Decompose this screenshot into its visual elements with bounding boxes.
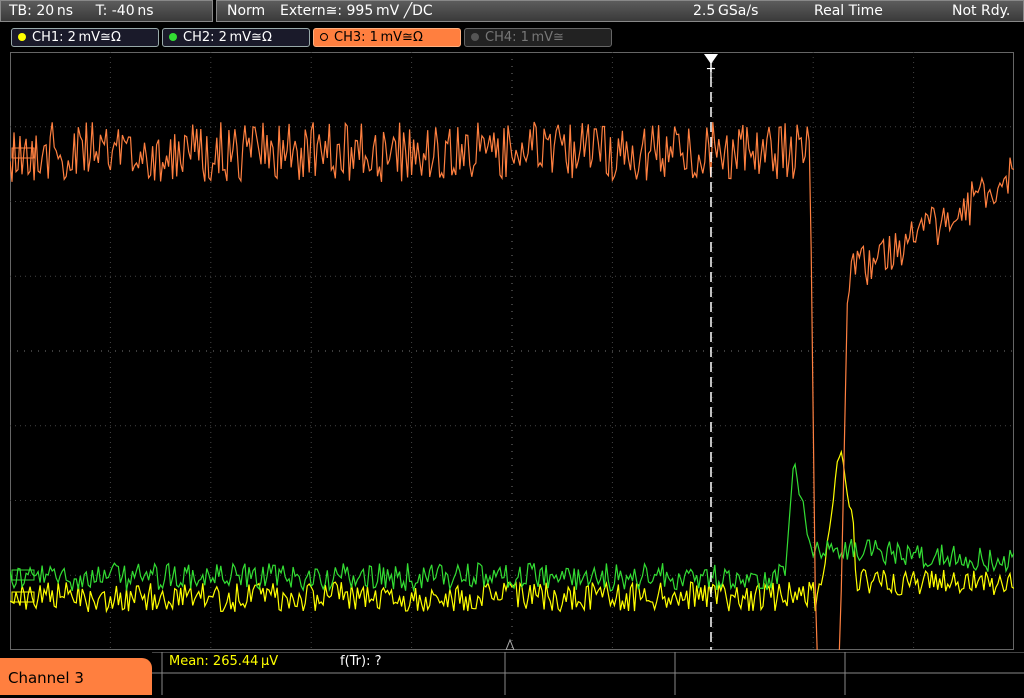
- ready-status: Not Rdy.: [952, 3, 1011, 19]
- status-bar: TB: 20 ns T: -40 ns Norm Extern≅: 995 mV…: [0, 0, 1024, 24]
- active-channel-label: Channel 3: [8, 669, 84, 687]
- ftr-value: f(Tr): ?: [340, 654, 382, 669]
- channel-1-button[interactable]: CH1: 2 mV≅Ω: [11, 28, 159, 47]
- trigger-source: Extern≅: 995 mV ╱DC: [280, 3, 433, 19]
- measurement-grid: [152, 652, 1024, 695]
- grid-lines: [10, 52, 1014, 650]
- channel-4-dot-icon: [471, 33, 479, 41]
- channel-1-waveform: [10, 449, 1014, 614]
- timebase-panel[interactable]: TB: 20 ns T: -40 ns: [0, 0, 213, 22]
- trigger-marker-label: T: [706, 67, 715, 82]
- sample-rate: 2.5 GSa/s: [693, 3, 759, 19]
- channel-3-button[interactable]: CH3: 1 mV≅Ω: [313, 28, 461, 47]
- channel-3-label: CH3: 1 mV≅Ω: [334, 30, 423, 45]
- trigger-mode: Norm: [227, 3, 266, 19]
- acquisition-panel[interactable]: Norm Extern≅: 995 mV ╱DC 2.5 GSa/s Real …: [216, 0, 1024, 22]
- active-channel-tab[interactable]: Channel 3: [0, 658, 152, 695]
- channel-1-dot-icon: [18, 33, 26, 41]
- channel-2-waveform: [10, 462, 1014, 593]
- trigger-marker-icon[interactable]: [704, 54, 718, 64]
- channel-2-label: CH2: 2 mV≅Ω: [183, 30, 272, 45]
- channel-1-label: CH1: 2 mV≅Ω: [32, 30, 121, 45]
- mean-measurement[interactable]: Mean: 265.44 μV: [169, 653, 278, 673]
- channel-4-label: CH4: 1 mV≅: [485, 30, 564, 45]
- channel-2-button[interactable]: CH2: 2 mV≅Ω: [162, 28, 310, 47]
- channel-bar: CH1: 2 mV≅Ω CH2: 2 mV≅Ω CH3: 1 mV≅Ω CH4:…: [0, 26, 1024, 48]
- waveform-display[interactable]: T: [10, 52, 1014, 650]
- timebase-value: TB: 20 ns: [9, 3, 74, 19]
- channel-2-dot-icon: [169, 33, 177, 41]
- acquisition-mode: Real Time: [814, 3, 883, 19]
- mean-value: Mean: 265.44 μV: [169, 654, 279, 669]
- ftr-measurement[interactable]: f(Tr): ?: [340, 653, 382, 673]
- channel-3-dot-icon: [320, 33, 328, 41]
- channel-4-button[interactable]: CH4: 1 mV≅: [464, 28, 612, 47]
- measurement-bar: [0, 652, 1024, 695]
- center-marker-icon: [505, 638, 515, 650]
- trigger-time-value: T: -40 ns: [95, 3, 154, 19]
